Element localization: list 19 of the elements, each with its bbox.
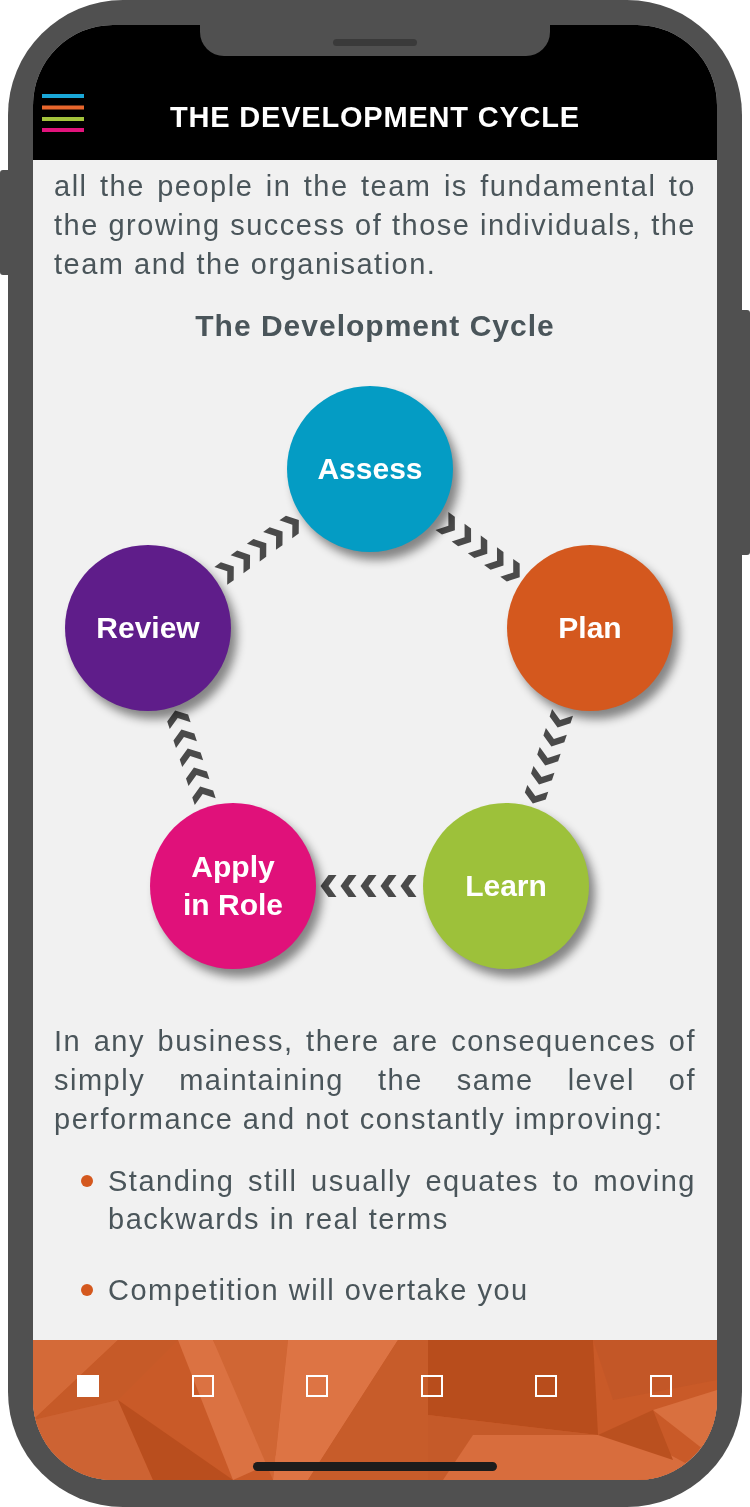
bullet-text: Standing still usually equates to moving backwards in real terms	[108, 1164, 696, 1237]
step-label: Apply in Role	[182, 849, 284, 923]
header-title: THE DEVELOPMENT CYCLE	[170, 99, 580, 135]
menu-icon[interactable]	[42, 93, 84, 132]
bullet-icon	[81, 1175, 93, 1187]
intro-paragraph: all the people in the team is fundamental to the growing success of those individuals, the team and the organisation.	[54, 169, 696, 282]
page-indicator[interactable]	[420, 1375, 443, 1397]
page-indicator[interactable]	[306, 1375, 329, 1397]
page-indicator[interactable]	[649, 1375, 672, 1397]
body-paragraph: In any business, there are consequences of simply maintaining the same level of performance and not constantly improving:	[54, 1024, 696, 1137]
page-indicator[interactable]	[535, 1375, 558, 1397]
page-indicator[interactable]	[191, 1375, 214, 1397]
step-label: Review	[96, 610, 200, 646]
bullet-text: Competition will overtake you	[108, 1273, 530, 1308]
bullet-icon	[81, 1284, 93, 1296]
step-label: Learn	[465, 868, 547, 904]
step-label: Plan	[558, 610, 622, 646]
diagram-title: The Development Cycle	[195, 308, 555, 344]
step-label: Assess	[317, 451, 423, 487]
